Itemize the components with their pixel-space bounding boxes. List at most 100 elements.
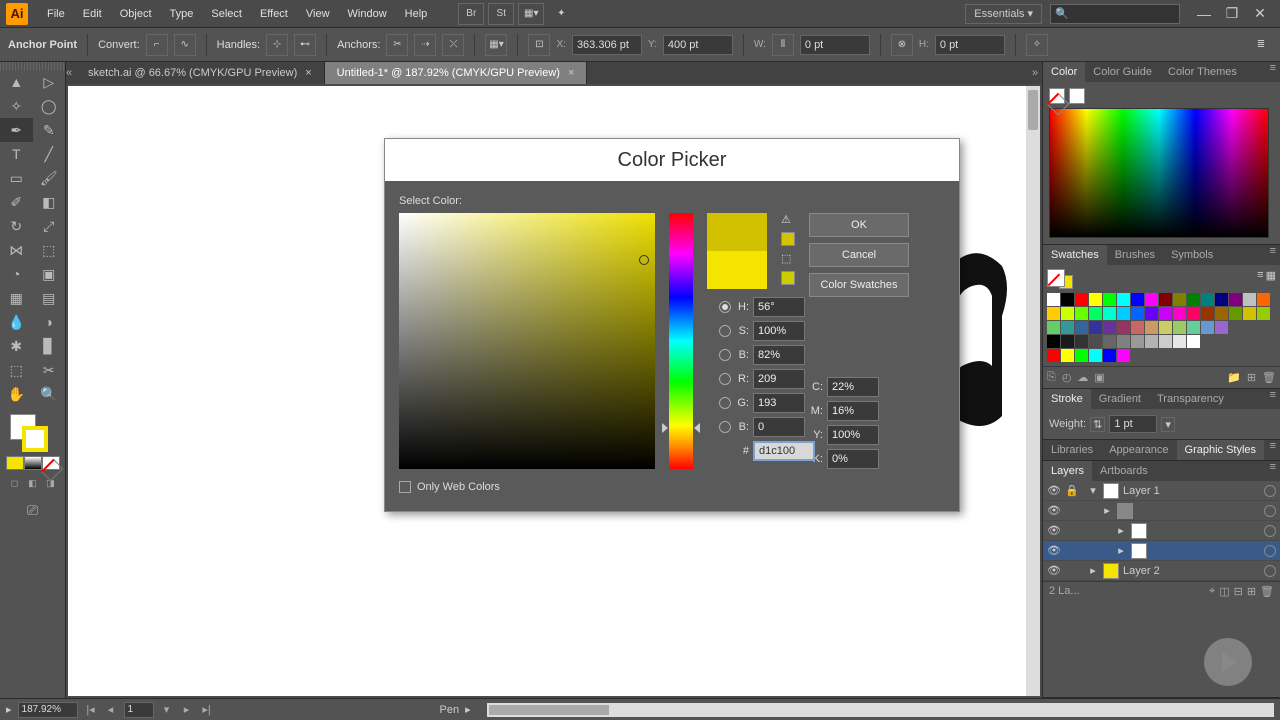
tab-gradient[interactable]: Gradient	[1091, 389, 1149, 409]
line-tool[interactable]: ╱	[33, 142, 66, 166]
grid-view-icon[interactable]: ▦	[1266, 269, 1276, 289]
delete-layer-icon[interactable]: 🗑	[1260, 585, 1274, 598]
swatch[interactable]	[1201, 321, 1214, 334]
anchor-connect-button[interactable]: ⇢	[414, 34, 436, 56]
swatch[interactable]	[1089, 349, 1102, 362]
brgb-field[interactable]	[753, 417, 805, 437]
last-artboard-button[interactable]: ▸|	[200, 703, 214, 716]
layer-name[interactable]: Layer 1	[1123, 485, 1260, 497]
swatch[interactable]	[1047, 307, 1060, 320]
layer-row[interactable]: 👁▸	[1043, 521, 1280, 541]
pixel-snap-button[interactable]: ✧	[1026, 34, 1048, 56]
menu-view[interactable]: View	[297, 8, 339, 20]
swatch[interactable]	[1103, 293, 1116, 306]
gamut-chip[interactable]	[781, 232, 795, 246]
panel-menu-icon[interactable]: ≡	[1266, 461, 1280, 481]
swatch[interactable]	[1047, 321, 1060, 334]
x-field[interactable]	[572, 35, 642, 55]
disclosure-icon[interactable]: ▸	[1101, 504, 1113, 517]
menu-object[interactable]: Object	[111, 8, 161, 20]
swatch[interactable]	[1075, 293, 1088, 306]
swatch[interactable]	[1089, 321, 1102, 334]
tab-graphic-styles[interactable]: Graphic Styles	[1177, 440, 1265, 460]
target-icon[interactable]	[1264, 545, 1276, 557]
visibility-icon[interactable]: 👁	[1047, 504, 1061, 517]
current-fill-chip[interactable]	[1047, 269, 1065, 287]
swatch[interactable]	[1243, 307, 1256, 320]
paintbrush-tool[interactable]: 🖌	[33, 166, 66, 190]
color-field[interactable]	[399, 213, 655, 469]
swatch[interactable]	[1117, 293, 1130, 306]
swatch[interactable]	[1103, 335, 1116, 348]
swatch[interactable]	[1103, 307, 1116, 320]
isolate-button[interactable]: ⊡	[528, 34, 550, 56]
lasso-tool[interactable]: ◯	[33, 94, 66, 118]
free-transform-tool[interactable]: ⬚	[33, 238, 66, 262]
swatch[interactable]	[1047, 349, 1060, 362]
toolbox-grip[interactable]	[0, 62, 65, 70]
make-clip-icon[interactable]: ◫	[1219, 585, 1229, 598]
swatch-grid[interactable]	[1047, 293, 1276, 334]
convert-smooth-button[interactable]: ∿	[174, 34, 196, 56]
swatch[interactable]	[1159, 335, 1172, 348]
menu-window[interactable]: Window	[339, 8, 396, 20]
target-icon[interactable]	[1264, 525, 1276, 537]
draw-behind-button[interactable]: ◧	[24, 476, 42, 490]
magic-wand-tool[interactable]: ✧	[0, 94, 33, 118]
swatch[interactable]	[1061, 307, 1074, 320]
width-tool[interactable]: ⋈	[0, 238, 33, 262]
swatch[interactable]	[1061, 293, 1074, 306]
swatch-group-icon[interactable]: ▣	[1094, 371, 1104, 384]
search-input[interactable]: 🔍	[1050, 4, 1180, 24]
blend-tool[interactable]: ◑	[33, 310, 66, 334]
swatch[interactable]	[1089, 307, 1102, 320]
tab-sketch[interactable]: sketch.ai @ 66.67% (CMYK/GPU Preview)×	[76, 62, 325, 84]
close-icon[interactable]: ×	[568, 67, 574, 79]
graph-tool[interactable]: ▊	[33, 334, 66, 358]
locate-layer-icon[interactable]: ⌖	[1209, 585, 1215, 598]
new-group-icon[interactable]: 📁	[1227, 371, 1241, 384]
artboard-tool[interactable]: ⬚	[0, 358, 33, 382]
visibility-icon[interactable]: 👁	[1047, 544, 1061, 557]
m-field[interactable]	[827, 401, 879, 421]
zoom-tool[interactable]: 🔍	[33, 382, 66, 406]
websafe-icon[interactable]: ⬚	[781, 252, 791, 265]
hex-field[interactable]	[753, 441, 815, 461]
swatch[interactable]	[1159, 321, 1172, 334]
tab-color[interactable]: Color	[1043, 62, 1085, 82]
disclosure-icon[interactable]: ▸	[1115, 524, 1127, 537]
websafe-chip[interactable]	[781, 271, 795, 285]
tab-transparency[interactable]: Transparency	[1149, 389, 1232, 409]
swatch[interactable]	[1061, 349, 1074, 362]
menu-edit[interactable]: Edit	[74, 8, 111, 20]
rotate-tool[interactable]: ↻	[0, 214, 33, 238]
w-field[interactable]	[800, 35, 870, 55]
draw-normal-button[interactable]: ◻	[6, 476, 24, 490]
close-button[interactable]: ✕	[1248, 5, 1272, 23]
first-artboard-button[interactable]: |◂	[84, 703, 98, 716]
swatch-kind-icon[interactable]: ◴	[1062, 371, 1072, 384]
artboard-field[interactable]	[124, 702, 154, 718]
swatch[interactable]	[1089, 335, 1102, 348]
tab-brushes[interactable]: Brushes	[1107, 245, 1163, 265]
swatch[interactable]	[1131, 335, 1144, 348]
swatch[interactable]	[1187, 307, 1200, 320]
panel-menu-icon[interactable]: ≡	[1266, 389, 1280, 409]
align-menu-button[interactable]: ▦▾	[485, 34, 507, 56]
disclosure-icon[interactable]: ▸	[1115, 544, 1127, 557]
swatch[interactable]	[1103, 349, 1116, 362]
swatch[interactable]	[1117, 349, 1130, 362]
swatch[interactable]	[1075, 321, 1088, 334]
swatch[interactable]	[1229, 293, 1242, 306]
swatch[interactable]	[1215, 293, 1228, 306]
stroke-weight-field[interactable]	[1109, 415, 1157, 433]
target-icon[interactable]	[1264, 505, 1276, 517]
swatch[interactable]	[1257, 307, 1270, 320]
direct-selection-tool[interactable]: ▷	[33, 70, 66, 94]
swatch[interactable]	[1187, 335, 1200, 348]
swatch[interactable]	[1257, 293, 1270, 306]
new-layer-icon[interactable]: ⊞	[1247, 585, 1256, 598]
lock-icon[interactable]: 🔒	[1065, 484, 1079, 497]
color-spectrum[interactable]	[1049, 108, 1269, 238]
tab-libraries[interactable]: Libraries	[1043, 440, 1101, 460]
